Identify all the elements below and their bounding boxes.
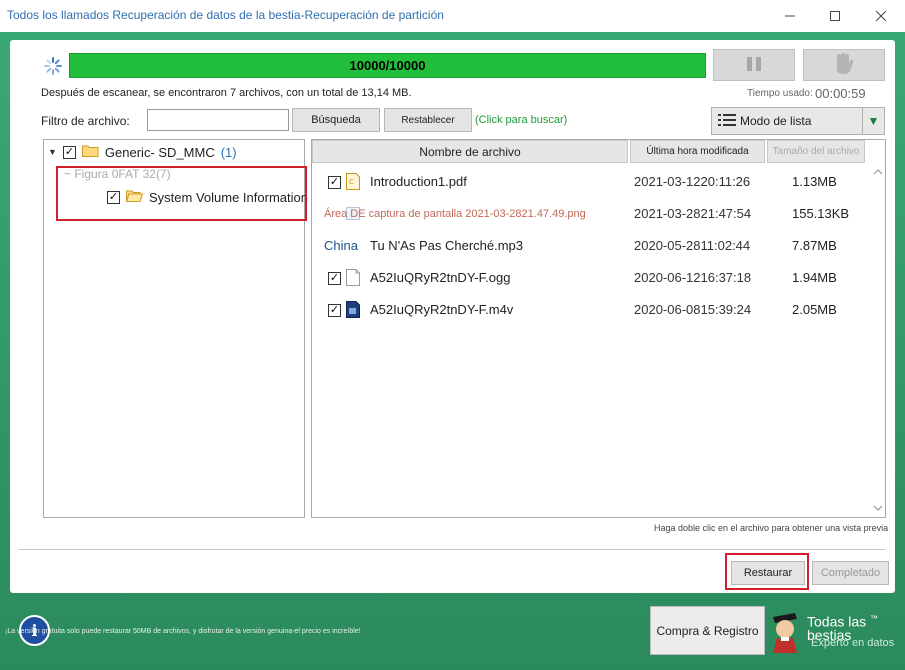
tree-root-checkbox[interactable]: ✓ bbox=[62, 145, 76, 159]
scan-summary: Después de escanear, se encontraron 7 ar… bbox=[41, 87, 412, 99]
file-date: 2021-03-2821:47:54 bbox=[634, 206, 752, 221]
complete-button[interactable]: Completado bbox=[812, 561, 889, 585]
progress-text: 10000/10000 bbox=[349, 58, 426, 73]
tree-root-count: (1) bbox=[220, 144, 237, 160]
table-row[interactable]: ✓ A52IuQRyR2tnDY-F.m4v 2020-06-0815:39:2… bbox=[312, 294, 872, 326]
search-button-label: Búsqueda bbox=[311, 114, 361, 126]
scroll-up-icon bbox=[873, 169, 883, 175]
view-mode-label: Modo de lista bbox=[740, 114, 812, 128]
close-icon[interactable] bbox=[858, 4, 904, 28]
scroll-down-icon bbox=[873, 505, 883, 511]
column-header-size-label: Tamaño del archivo bbox=[772, 146, 860, 157]
file-date: 2020-06-0815:39:24 bbox=[634, 302, 752, 317]
file-name: A52IuQRyR2tnDY-F.ogg bbox=[370, 270, 511, 285]
file-name: Área DE captura de pantalla 2021-03-2821… bbox=[324, 208, 586, 220]
free-version-note: ¡La versión gratuita solo puede restaura… bbox=[5, 628, 361, 635]
file-name: Tu N'As Pas Cherché.mp3 bbox=[370, 238, 524, 253]
vertical-scrollbar[interactable] bbox=[871, 163, 885, 517]
svg-text:C: C bbox=[349, 178, 354, 186]
chevron-down-icon[interactable]: ▼ bbox=[862, 108, 884, 134]
buy-register-label: Compra & Registro bbox=[656, 623, 759, 638]
file-name-prefix: China bbox=[324, 238, 358, 253]
column-header-name-label: Nombre de archivo bbox=[419, 144, 521, 159]
file-filter-label: Filtro de archivo: bbox=[41, 114, 130, 128]
stop-button[interactable] bbox=[803, 49, 885, 81]
file-size: 1.13MB bbox=[792, 174, 837, 189]
file-size: 155.13KB bbox=[792, 206, 850, 221]
column-header-name[interactable]: Nombre de archivo bbox=[312, 140, 628, 163]
pause-button[interactable] bbox=[713, 49, 795, 81]
file-name: A52IuQRyR2tnDY-F.m4v bbox=[370, 302, 514, 317]
column-header-modified-label: Última hora modificada bbox=[646, 146, 749, 157]
preview-hint: Haga doble clic en el archivo para obten… bbox=[654, 523, 889, 533]
tree-root-label: Generic- SD_MMC bbox=[104, 144, 215, 160]
view-mode-select[interactable]: Modo de lista ▼ bbox=[711, 107, 885, 135]
file-name: Introduction1.pdf bbox=[370, 174, 467, 189]
window-title: Todos los llamados Recuperación de datos… bbox=[7, 8, 444, 22]
row-checkbox[interactable]: ✓ bbox=[328, 176, 341, 189]
brand-trademark: ™ bbox=[870, 614, 879, 623]
minimize-icon[interactable] bbox=[767, 4, 813, 28]
reset-button-label: Restablecer bbox=[401, 114, 455, 126]
row-checkbox[interactable]: ✓ bbox=[328, 272, 341, 285]
restore-highlight-frame bbox=[725, 553, 809, 590]
collapse-arrow-icon[interactable]: ▼ bbox=[48, 147, 57, 157]
search-button[interactable]: Búsqueda bbox=[292, 108, 380, 132]
title-bar: Todos los llamados Recuperación de datos… bbox=[0, 0, 905, 32]
file-size: 1.94MB bbox=[792, 270, 837, 285]
file-filter-input[interactable] bbox=[147, 109, 289, 131]
list-icon bbox=[718, 113, 736, 130]
divider bbox=[19, 549, 885, 550]
folder-icon bbox=[81, 144, 99, 160]
time-used-value: 00:00:59 bbox=[815, 86, 866, 101]
file-date: 2020-06-1216:37:18 bbox=[634, 270, 752, 285]
scan-progress-bar: 10000/10000 bbox=[69, 53, 706, 78]
time-used-label: Tiempo usado: bbox=[747, 88, 813, 99]
table-row[interactable]: ✓ C Introduction1.pdf 2021-03-1220:11:26… bbox=[312, 166, 872, 198]
search-hint: (Click para buscar) bbox=[475, 114, 568, 126]
loading-spinner-icon bbox=[44, 57, 62, 75]
column-header-modified[interactable]: Última hora modificada bbox=[630, 140, 765, 163]
file-size: 7.87MB bbox=[792, 238, 837, 253]
complete-button-label: Completado bbox=[820, 567, 881, 579]
buy-register-button[interactable]: Compra & Registro bbox=[650, 606, 765, 655]
table-row[interactable]: China Tu N'As Pas Cherché.mp3 2020-05-28… bbox=[312, 230, 872, 262]
maximize-icon[interactable] bbox=[812, 4, 858, 28]
reset-button[interactable]: Restablecer bbox=[384, 108, 472, 132]
tree-root-item[interactable]: ▼ ✓ Generic- SD_MMC (1) bbox=[48, 144, 237, 160]
file-list: Nombre de archivo Última hora modificada… bbox=[311, 139, 886, 518]
view-mode-label-wrap: Modo de lista bbox=[718, 113, 811, 130]
file-size: 2.05MB bbox=[792, 302, 837, 317]
pause-icon bbox=[744, 54, 764, 77]
brand-tagline: Experto en datos bbox=[811, 637, 895, 649]
row-checkbox[interactable]: ✓ bbox=[328, 304, 341, 317]
mascot-logo-icon bbox=[773, 613, 797, 653]
file-date: 2020-05-2811:02:44 bbox=[634, 238, 751, 253]
blank-file-icon bbox=[346, 269, 360, 286]
table-row[interactable]: Área DE captura de pantalla 2021-03-2821… bbox=[312, 198, 872, 230]
pdf-file-icon: C bbox=[346, 173, 360, 190]
stop-hand-icon bbox=[833, 52, 855, 79]
video-file-icon bbox=[346, 301, 360, 318]
file-date: 2021-03-1220:11:26 bbox=[634, 174, 751, 189]
tree-highlight-frame bbox=[56, 166, 307, 221]
column-header-size[interactable]: Tamaño del archivo bbox=[767, 140, 865, 163]
table-row[interactable]: ✓ A52IuQRyR2tnDY-F.ogg 2020-06-1216:37:1… bbox=[312, 262, 872, 294]
